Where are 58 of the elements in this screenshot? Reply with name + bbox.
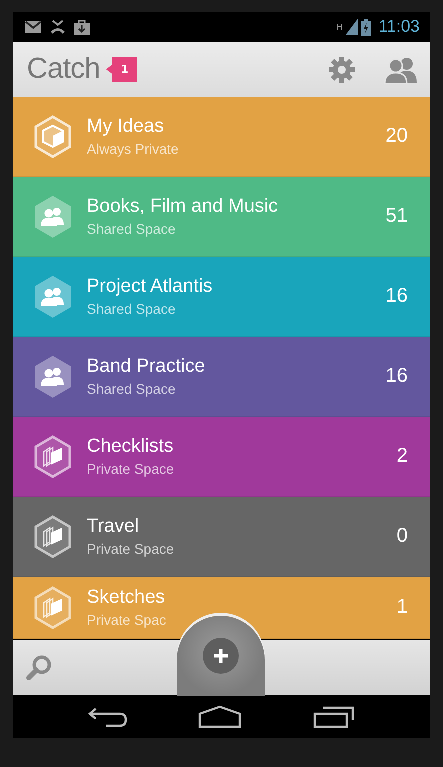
people-icon bbox=[384, 56, 418, 84]
home-icon bbox=[198, 704, 242, 728]
space-name: Sketches bbox=[87, 587, 166, 609]
space-row[interactable]: My Ideas Always Private 20 bbox=[13, 97, 430, 177]
mail-icon bbox=[25, 20, 42, 34]
space-name: Books, Film and Music bbox=[87, 196, 280, 218]
space-row[interactable]: Travel Private Space 0 bbox=[13, 497, 430, 577]
note-count: 0 bbox=[396, 525, 408, 548]
home-button[interactable] bbox=[198, 704, 242, 728]
battery-icon bbox=[360, 18, 371, 36]
people-hexagon-icon bbox=[33, 274, 73, 318]
search-button[interactable] bbox=[25, 654, 53, 682]
cards-hexagon-icon bbox=[33, 586, 73, 630]
space-row[interactable]: Project Atlantis Shared Space 16 bbox=[13, 257, 430, 337]
space-name: Project Atlantis bbox=[87, 276, 214, 298]
missed-call-icon bbox=[50, 20, 66, 34]
network-type: H bbox=[336, 23, 343, 32]
note-count: 20 bbox=[386, 125, 408, 148]
box-hexagon-icon bbox=[33, 114, 73, 158]
add-button[interactable] bbox=[177, 616, 265, 696]
cards-hexagon-icon bbox=[33, 514, 73, 558]
download-icon bbox=[74, 20, 90, 34]
note-count: 1 bbox=[396, 596, 408, 619]
search-icon bbox=[25, 654, 53, 682]
back-icon bbox=[88, 706, 128, 728]
note-count: 16 bbox=[386, 365, 408, 388]
plus-icon bbox=[203, 638, 239, 674]
space-row[interactable]: Books, Film and Music Shared Space 51 bbox=[13, 177, 430, 257]
space-type: Private Spac bbox=[87, 612, 168, 628]
space-name: Band Practice bbox=[87, 356, 206, 378]
recent-apps-icon bbox=[312, 706, 355, 728]
space-row[interactable]: Checklists Private Space 2 bbox=[13, 417, 430, 497]
space-type: Private Space bbox=[87, 541, 176, 557]
space-type: Private Space bbox=[87, 461, 176, 477]
people-hexagon-icon bbox=[33, 354, 73, 398]
space-type: Shared Space bbox=[87, 301, 177, 317]
space-type: Shared Space bbox=[87, 381, 177, 397]
back-button[interactable] bbox=[88, 706, 128, 728]
space-name: Travel bbox=[87, 516, 140, 538]
people-button[interactable] bbox=[384, 56, 418, 84]
settings-icon bbox=[328, 56, 356, 84]
note-count: 51 bbox=[386, 205, 408, 228]
cards-hexagon-icon bbox=[33, 434, 73, 478]
space-name: Checklists bbox=[87, 436, 175, 458]
notification-badge[interactable]: 1 bbox=[106, 57, 138, 82]
signal-icon bbox=[346, 19, 358, 35]
space-type: Shared Space bbox=[87, 221, 177, 237]
space-row[interactable]: Band Practice Shared Space 16 bbox=[13, 337, 430, 417]
note-count: 16 bbox=[386, 285, 408, 308]
settings-button[interactable] bbox=[328, 56, 356, 84]
app-title: Catch bbox=[27, 53, 100, 86]
clock: 11:03 bbox=[378, 17, 420, 37]
recent-apps-button[interactable] bbox=[312, 706, 355, 728]
people-hexagon-icon bbox=[33, 194, 73, 238]
space-type: Always Private bbox=[87, 141, 180, 157]
note-count: 2 bbox=[396, 445, 408, 468]
space-name: My Ideas bbox=[87, 116, 166, 138]
space-row[interactable]: Sketches Private Spac 1 bbox=[13, 577, 430, 639]
